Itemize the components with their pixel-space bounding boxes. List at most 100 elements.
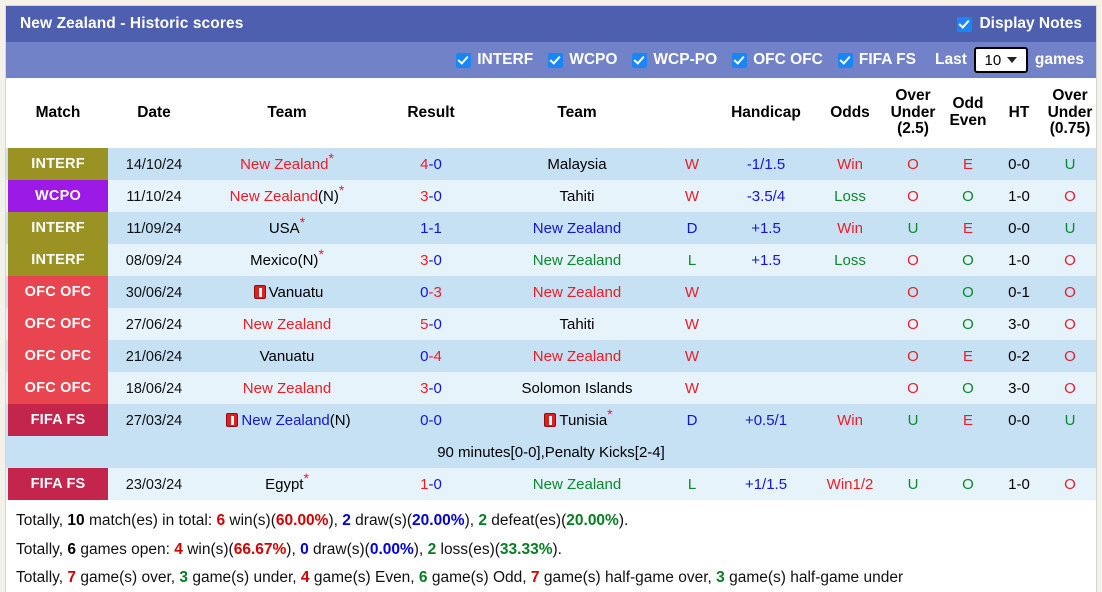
home-team[interactable]: Vanuatu <box>198 340 376 372</box>
competition-badge[interactable]: INTERF <box>8 148 108 180</box>
result-score[interactable]: 3-0 <box>376 180 486 212</box>
home-team[interactable]: Mexico(N)* <box>198 244 376 276</box>
col-header-ht[interactable]: HT <box>994 78 1044 148</box>
competition-badge-cell[interactable]: OFC OFC <box>6 308 110 340</box>
result-score[interactable]: 3-0 <box>376 372 486 404</box>
competition-badge[interactable]: INTERF <box>8 244 108 276</box>
home-team[interactable]: New Zealand <box>198 308 376 340</box>
competition-badge[interactable]: WCPO <box>8 180 108 212</box>
table-row[interactable]: INTERF 14/10/24 New Zealand* 4-0 Malaysia W -1… <box>6 148 1096 180</box>
col-header-over-under-075[interactable]: Over Under (0.75) <box>1044 78 1096 148</box>
filter-wcpo-checkbox[interactable] <box>548 52 564 68</box>
competition-badge[interactable]: OFC OFC <box>8 276 108 308</box>
filter-ofc-ofc-checkbox[interactable] <box>732 52 748 68</box>
col-header-date[interactable]: Date <box>110 78 198 148</box>
table-row[interactable]: OFC OFC 21/06/24 Vanuatu 0-4 New Zealand W O E 0… <box>6 340 1096 372</box>
result-score[interactable]: 0-0 <box>376 404 486 436</box>
away-team[interactable]: New Zealand <box>486 244 668 276</box>
result-score[interactable]: 1-0 <box>376 468 486 500</box>
over-under-075: O <box>1044 372 1096 404</box>
home-team[interactable]: New Zealand(N) <box>198 404 376 436</box>
competition-badge-cell[interactable]: FIFA FS <box>6 468 110 500</box>
competition-badge[interactable]: OFC OFC <box>8 308 108 340</box>
col-header-team-away[interactable]: Team <box>486 78 668 148</box>
half-time-score-value: 0-0 <box>1008 411 1030 429</box>
result-wdl: D <box>668 404 716 436</box>
competition-badge-cell[interactable]: WCPO <box>6 180 110 212</box>
col-header-result[interactable]: Result <box>376 78 486 148</box>
away-team[interactable]: Tahiti <box>486 180 668 212</box>
odd-even-value: O <box>962 315 974 333</box>
match-date-value: 14/10/24 <box>125 156 183 173</box>
filter-ofc-ofc[interactable]: OFC OFC <box>732 51 823 69</box>
col-header-odds[interactable]: Odds <box>816 78 884 148</box>
filter-wcp-po[interactable]: WCP-PO <box>632 51 717 69</box>
result-score[interactable]: 1-1 <box>376 212 486 244</box>
result-score[interactable]: 0-3 <box>376 276 486 308</box>
col-header-over-under-25[interactable]: Over Under (2.5) <box>884 78 942 148</box>
away-team[interactable]: Tahiti <box>486 308 668 340</box>
home-team[interactable]: USA* <box>198 212 376 244</box>
last-games-select[interactable]: 10 <box>973 47 1028 73</box>
oddeven-line2: Even <box>949 112 987 129</box>
filter-interf-checkbox[interactable] <box>456 52 472 68</box>
display-notes-checkbox[interactable] <box>957 16 973 32</box>
competition-badge[interactable]: FIFA FS <box>8 468 108 500</box>
filter-wcpo[interactable]: WCPO <box>548 51 617 69</box>
competition-badge[interactable]: FIFA FS <box>8 404 108 436</box>
over-under-075: U <box>1044 212 1096 244</box>
home-team[interactable]: Vanuatu <box>198 276 376 308</box>
away-team[interactable]: Tunisia* <box>486 404 668 436</box>
half-time-score: 0-0 <box>994 148 1044 180</box>
table-row[interactable]: WCPO 11/10/24 New Zealand(N)* 3-0 Tahiti W -3.… <box>6 180 1096 212</box>
away-team[interactable]: New Zealand <box>486 276 668 308</box>
half-time-score: 0-0 <box>994 212 1044 244</box>
away-team[interactable]: Malaysia <box>486 148 668 180</box>
competition-badge-cell[interactable]: OFC OFC <box>6 340 110 372</box>
home-team[interactable]: New Zealand <box>198 372 376 404</box>
home-team[interactable]: New Zealand(N)* <box>198 180 376 212</box>
table-row[interactable]: INTERF 08/09/24 Mexico(N)* 3-0 New Zealand L +… <box>6 244 1096 276</box>
home-team[interactable]: New Zealand* <box>198 148 376 180</box>
away-team[interactable]: New Zealand <box>486 340 668 372</box>
ou25-line3: (2.5) <box>897 120 929 138</box>
competition-badge[interactable]: OFC OFC <box>8 372 108 404</box>
away-team[interactable]: Solomon Islands <box>486 372 668 404</box>
competition-badge-cell[interactable]: OFC OFC <box>6 372 110 404</box>
result-score[interactable]: 0-4 <box>376 340 486 372</box>
half-time-score: 1-0 <box>994 244 1044 276</box>
away-team[interactable]: New Zealand <box>486 468 668 500</box>
filter-interf[interactable]: INTERF <box>456 51 533 69</box>
competition-badge-cell[interactable]: OFC OFC <box>6 276 110 308</box>
away-team[interactable]: New Zealand <box>486 212 668 244</box>
competition-badge-cell[interactable]: FIFA FS <box>6 404 110 436</box>
table-row[interactable]: INTERF 11/09/24 USA* 1-1 New Zealand D +1.5 Win… <box>6 212 1096 244</box>
competition-badge-cell[interactable]: INTERF <box>6 148 110 180</box>
result-score[interactable]: 4-0 <box>376 148 486 180</box>
col-header-handicap[interactable]: Handicap <box>716 78 816 148</box>
handicap-value: +1.5 <box>716 244 816 276</box>
col-header-team-home[interactable]: Team <box>198 78 376 148</box>
home-marker-asterisk: * <box>607 405 613 422</box>
filter-fifa-fs-checkbox[interactable] <box>837 52 853 68</box>
table-row[interactable]: OFC OFC 18/06/24 New Zealand 3-0 Solomon Isl… <box>6 372 1096 404</box>
summary-token: Totally, <box>16 540 68 558</box>
half-time-score-value: 1-0 <box>1008 475 1030 493</box>
display-notes-toggle[interactable]: Display Notes <box>957 15 1082 33</box>
competition-badge[interactable]: INTERF <box>8 212 108 244</box>
table-row[interactable]: FIFA FS 27/03/24 New Zealand(N) 0-0 Tunisia*… <box>6 404 1096 436</box>
competition-badge-cell[interactable]: INTERF <box>6 212 110 244</box>
competition-badge-cell[interactable]: INTERF <box>6 244 110 276</box>
col-header-match[interactable]: Match <box>6 78 110 148</box>
home-team[interactable]: Egypt* <box>198 468 376 500</box>
table-row[interactable]: FIFA FS 23/03/24 Egypt* 1-0 New Zealand L +1/1… <box>6 468 1096 500</box>
filter-fifa-fs[interactable]: FIFA FS <box>837 51 916 69</box>
table-row[interactable]: OFC OFC 30/06/24 Vanuatu 0-3 New Zealand W O O 0… <box>6 276 1096 308</box>
col-header-odd-even[interactable]: Odd Even <box>942 78 994 148</box>
result-score[interactable]: 5-0 <box>376 308 486 340</box>
table-row[interactable]: OFC OFC 27/06/24 New Zealand 5-0 Tahiti W O O 3-… <box>6 308 1096 340</box>
historic-scores-panel: New Zealand - Historic scores Display No… <box>5 5 1097 592</box>
result-score[interactable]: 3-0 <box>376 244 486 276</box>
filter-wcp-po-checkbox[interactable] <box>632 52 648 68</box>
competition-badge[interactable]: OFC OFC <box>8 340 108 372</box>
